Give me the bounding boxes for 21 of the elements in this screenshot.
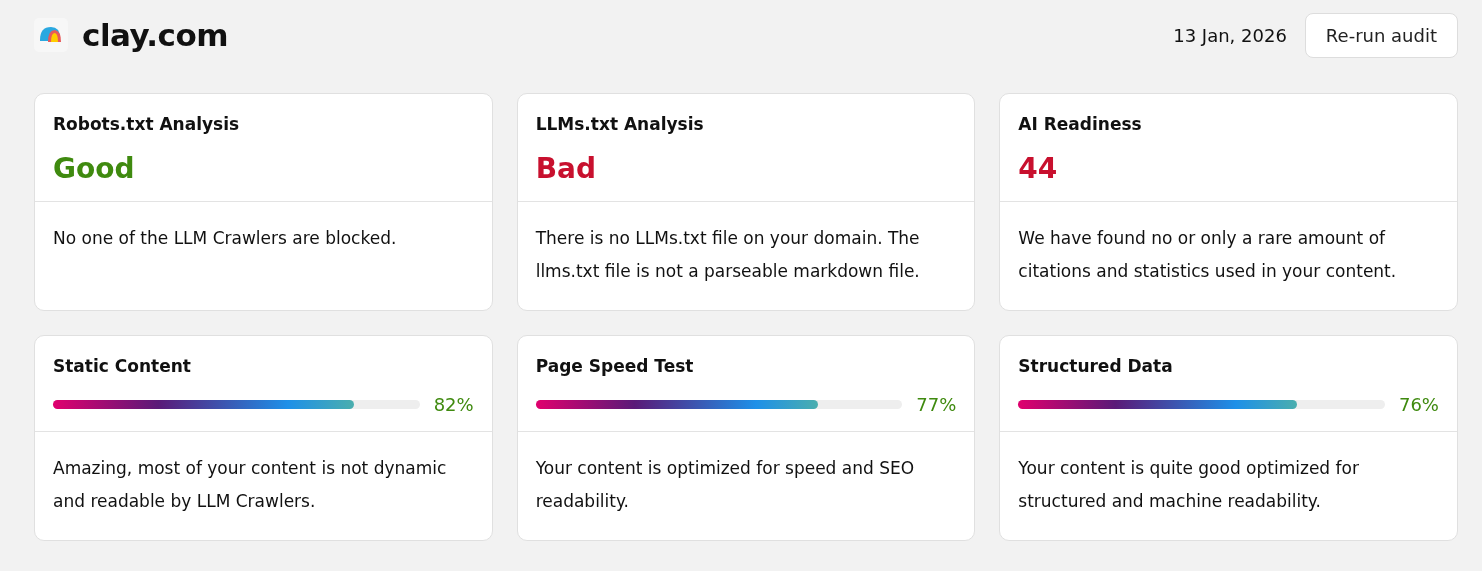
card-title: Static Content [53, 356, 192, 376]
audit-date: 13 Jan, 2026 [1173, 24, 1287, 46]
status-value: Good [53, 152, 136, 185]
status-value: Bad [535, 152, 597, 185]
card-description: No one of the LLM Crawlers are blocked. [52, 227, 398, 250]
card-title: Structured Data [1018, 356, 1174, 376]
card-title: Robots.txt Analysis [53, 114, 241, 134]
card-description: There is no LLMs.txt file on your domain. The llms.txt file is not a parseable markdown file. [534, 227, 921, 283]
card-description: Amazing, most of your content is not dynamic and readable by LLM Crawlers. [52, 457, 448, 513]
card-title: Page Speed Test [535, 356, 695, 376]
status-value: 44 [1018, 152, 1059, 185]
percent-value: 76% [1398, 394, 1439, 415]
percent-value: 82% [433, 394, 474, 415]
rerun-audit-button[interactable]: Re-run audit [1304, 12, 1458, 58]
card-title: LLMs.txt Analysis [535, 114, 705, 134]
site-title: clay.com [82, 17, 229, 53]
card-description: Your content is quite good optimized for structured and machine readability. [1017, 457, 1360, 513]
card-description: We have found no or only a rare amount of citations and statistics used in your content. [1017, 227, 1398, 283]
percent-value: 77% [916, 394, 957, 415]
card-description: Your content is optimized for speed and SEO readability. [534, 457, 916, 513]
card-title: AI Readiness [1018, 114, 1143, 134]
